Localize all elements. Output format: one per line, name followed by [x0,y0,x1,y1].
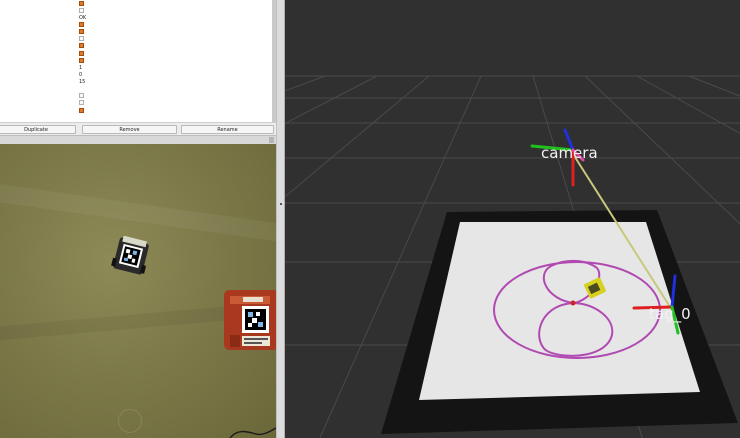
property-checkbox[interactable] [79,1,84,6]
property-value[interactable]: 15 [79,79,85,85]
grid-line [285,75,326,92]
property-checkbox[interactable] [79,22,84,27]
property-checkbox[interactable] [79,29,84,34]
camera-image-view [0,144,276,438]
property-checkbox[interactable] [79,51,84,56]
splitter-handle-icon [280,203,282,205]
floor-mark [118,409,142,433]
vertical-splitter[interactable] [276,0,285,438]
rename-button[interactable]: Rename [181,125,274,134]
properties-button-bar: Duplicate Remove Rename [0,122,276,135]
property-checkbox[interactable] [79,100,84,105]
3d-viewport[interactable]: camera tag_0 [285,0,740,438]
tag-box-image [224,290,276,350]
splitter-grip-icon[interactable] [269,137,274,143]
properties-panel: OK 1 0 15 Duplicate Remove Rename [0,0,276,135]
property-value[interactable]: 1 [79,65,82,71]
property-value[interactable]: 0 [79,72,82,78]
remove-button[interactable]: Remove [82,125,177,134]
tag-frame-label: tag_0 [649,305,691,323]
duplicate-button[interactable]: Duplicate [0,125,76,134]
camera-frame-label: camera [541,144,598,162]
property-checkbox[interactable] [79,108,84,113]
property-checkbox[interactable] [79,36,84,41]
property-checkbox[interactable] [79,8,84,13]
floor-texture [0,181,276,245]
property-checkbox[interactable] [79,43,84,48]
property-value[interactable]: OK [79,15,86,21]
property-checkbox[interactable] [79,58,84,63]
property-checkbox[interactable] [79,93,84,98]
robot-with-tag-image [111,236,149,275]
cable-image [229,427,276,438]
grid-line [285,75,378,125]
3d-scene[interactable] [285,0,740,438]
